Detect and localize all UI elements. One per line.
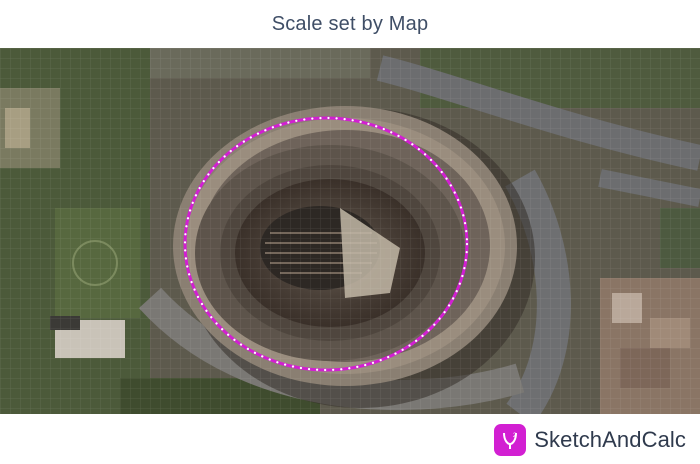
brand[interactable]: 2 SketchAndCalc <box>494 423 686 457</box>
sketchandcalc-logo-icon: 2 <box>494 424 527 456</box>
brand-name: SketchAndCalc <box>534 427 686 452</box>
page-title: Scale set by Map <box>271 12 429 35</box>
satellite-map[interactable] <box>0 48 700 414</box>
map-canvas[interactable] <box>0 48 700 414</box>
footer-bar: 2 SketchAndCalc <box>0 414 700 464</box>
header-bar: Scale set by Map <box>0 0 700 48</box>
